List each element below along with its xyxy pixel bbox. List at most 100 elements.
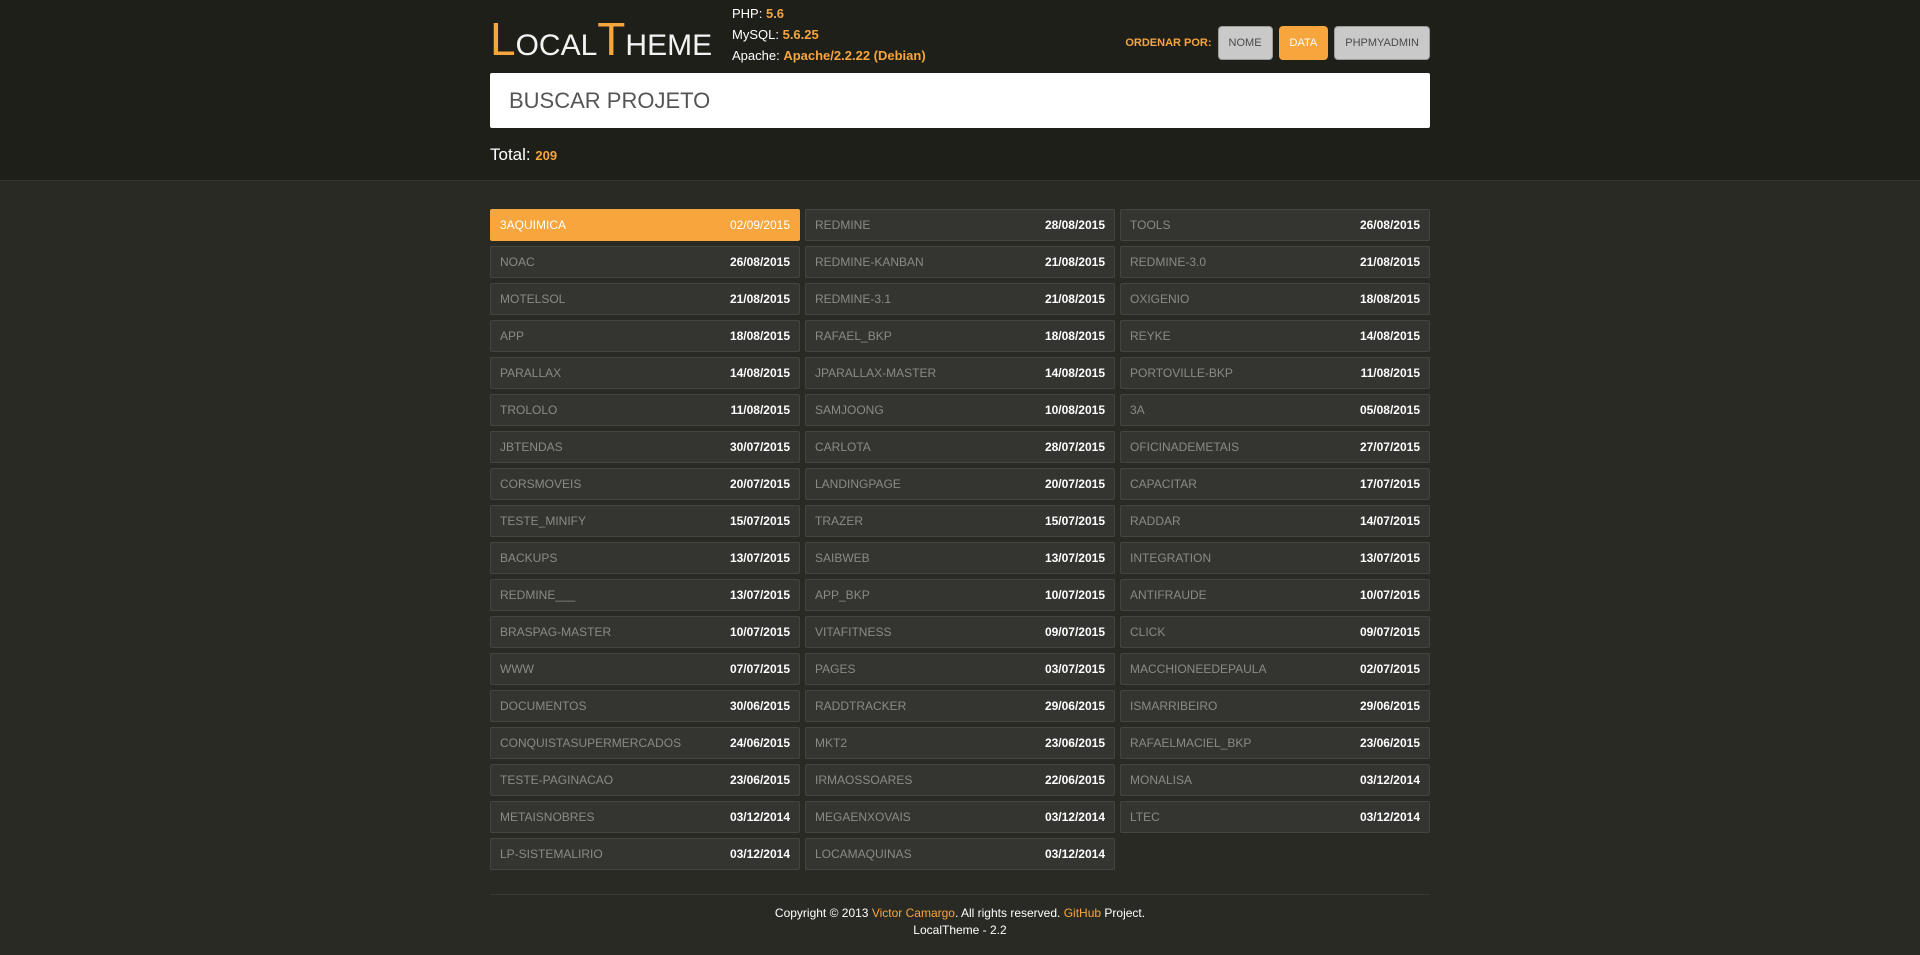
project-name: INTEGRATION <box>1130 551 1212 565</box>
project-name: APP_BKP <box>815 588 870 602</box>
project-item[interactable]: REDMINE-3.0 21/08/2015 <box>1120 246 1430 278</box>
project-name: REDMINE-3.0 <box>1130 255 1207 269</box>
sort-date-button[interactable]: DATA <box>1278 26 1329 60</box>
project-item[interactable]: TRAZER 15/07/2015 <box>805 505 1115 537</box>
project-item[interactable]: JPARALLAX-MASTER 14/08/2015 <box>805 357 1115 389</box>
project-name: PARALLAX <box>500 366 562 380</box>
project-item[interactable]: MKT2 23/06/2015 <box>805 727 1115 759</box>
project-item[interactable]: PAGES 03/07/2015 <box>805 653 1115 685</box>
project-name: LOCAMAQUINAS <box>815 847 912 861</box>
project-item[interactable]: MONALISA 03/12/2014 <box>1120 764 1430 796</box>
project-name: RADDAR <box>1130 514 1181 528</box>
project-item[interactable]: TESTE_MINIFY 15/07/2015 <box>490 505 800 537</box>
project-item[interactable]: SAIBWEB 13/07/2015 <box>805 542 1115 574</box>
project-date: 13/07/2015 <box>729 588 790 602</box>
project-item[interactable]: WWW 07/07/2015 <box>490 653 800 685</box>
project-date: 03/12/2014 <box>1359 773 1420 787</box>
project-date: 14/07/2015 <box>1359 514 1420 528</box>
project-date: 03/07/2015 <box>1044 662 1105 676</box>
project-item[interactable]: TOOLS 26/08/2015 <box>1120 209 1430 241</box>
logo-letter-l: L <box>490 13 516 65</box>
project-date: 23/06/2015 <box>1044 736 1105 750</box>
project-name: 3A <box>1130 403 1145 417</box>
project-item[interactable]: RADDAR 14/07/2015 <box>1120 505 1430 537</box>
project-item[interactable]: ISMARRIBEIRO 29/06/2015 <box>1120 690 1430 722</box>
project-item[interactable]: 3AQUIMICA 02/09/2015 <box>490 209 800 241</box>
project-item[interactable]: MEGAENXOVAIS 03/12/2014 <box>805 801 1115 833</box>
project-item[interactable]: OXIGENIO 18/08/2015 <box>1120 283 1430 315</box>
project-date: 07/07/2015 <box>729 662 790 676</box>
logo[interactable]: LOCALTHEME <box>490 16 712 62</box>
project-name: APP <box>500 329 525 343</box>
project-date: 15/07/2015 <box>1044 514 1105 528</box>
project-item[interactable]: MACCHIONEEDEPAULA 02/07/2015 <box>1120 653 1430 685</box>
project-item[interactable]: DOCUMENTOS 30/06/2015 <box>490 690 800 722</box>
project-item[interactable]: REYKE 14/08/2015 <box>1120 320 1430 352</box>
project-item[interactable]: REDMINE-3.1 21/08/2015 <box>805 283 1115 315</box>
project-item[interactable]: METAISNOBRES 03/12/2014 <box>490 801 800 833</box>
project-item[interactable]: CORSMOVEIS 20/07/2015 <box>490 468 800 500</box>
project-item[interactable]: REDMINE-KANBAN 21/08/2015 <box>805 246 1115 278</box>
project-item[interactable]: CONQUISTASUPERMERCADOS 24/06/2015 <box>490 727 800 759</box>
project-item[interactable]: LOCAMAQUINAS 03/12/2014 <box>805 838 1115 870</box>
project-item[interactable]: CARLOTA 28/07/2015 <box>805 431 1115 463</box>
github-link[interactable]: GitHub <box>1064 906 1101 920</box>
project-date: 10/07/2015 <box>1044 588 1105 602</box>
project-item[interactable]: ANTIFRAUDE 10/07/2015 <box>1120 579 1430 611</box>
project-item[interactable]: JBTENDAS 30/07/2015 <box>490 431 800 463</box>
project-item[interactable]: PARALLAX 14/08/2015 <box>490 357 800 389</box>
project-item[interactable]: TROLOLO 11/08/2015 <box>490 394 800 426</box>
sort-name-button[interactable]: NOME <box>1217 26 1273 60</box>
project-name: CAPACITAR <box>1130 477 1197 491</box>
project-date: 18/08/2015 <box>729 329 790 343</box>
project-date: 24/06/2015 <box>729 736 790 750</box>
project-name: OFICINADEMETAIS <box>1130 440 1240 454</box>
project-date: 11/08/2015 <box>730 403 790 417</box>
footer-copyright: Copyright © 2013 Victor Camargo. All rig… <box>774 906 1146 920</box>
project-item[interactable]: PORTOVILLE-BKP 11/08/2015 <box>1120 357 1430 389</box>
project-item[interactable]: LANDINGPAGE 20/07/2015 <box>805 468 1115 500</box>
search-input[interactable] <box>490 73 1430 128</box>
project-item[interactable]: REDMINE 28/08/2015 <box>805 209 1115 241</box>
author-link[interactable]: Victor Camargo <box>872 906 955 920</box>
project-item[interactable]: INTEGRATION 13/07/2015 <box>1120 542 1430 574</box>
project-item[interactable]: 3A 05/08/2015 <box>1120 394 1430 426</box>
project-item[interactable]: APP_BKP 10/07/2015 <box>805 579 1115 611</box>
project-item[interactable]: OFICINADEMETAIS 27/07/2015 <box>1120 431 1430 463</box>
project-name: TROLOLO <box>500 403 558 417</box>
project-name: MACCHIONEEDEPAULA <box>1130 662 1267 676</box>
project-date: 02/09/2015 <box>729 218 790 232</box>
php-version: PHP: 5.6 <box>732 6 785 21</box>
project-item[interactable]: RADDTRACKER 29/06/2015 <box>805 690 1115 722</box>
project-item[interactable]: MOTELSOL 21/08/2015 <box>490 283 800 315</box>
project-name: LANDINGPAGE <box>815 477 901 491</box>
phpmyadmin-button[interactable]: PHPMYADMIN <box>1334 26 1430 60</box>
project-item[interactable]: TESTE-PAGINACAO 23/06/2015 <box>490 764 800 796</box>
project-name: CLICK <box>1130 625 1166 639</box>
project-name: TOOLS <box>1130 218 1171 232</box>
project-name: PORTOVILLE-BKP <box>1130 366 1233 380</box>
project-item[interactable]: CAPACITAR 17/07/2015 <box>1120 468 1430 500</box>
project-item[interactable]: RAFAEL_BKP 18/08/2015 <box>805 320 1115 352</box>
project-item[interactable]: BACKUPS 13/07/2015 <box>490 542 800 574</box>
project-item[interactable]: REDMINE___ 13/07/2015 <box>490 579 800 611</box>
project-item[interactable]: NOAC 26/08/2015 <box>490 246 800 278</box>
project-item[interactable]: IRMAOSSOARES 22/06/2015 <box>805 764 1115 796</box>
project-item[interactable]: RAFAELMACIEL_BKP 23/06/2015 <box>1120 727 1430 759</box>
project-name: NOAC <box>500 255 535 269</box>
project-item[interactable]: LTEC 03/12/2014 <box>1120 801 1430 833</box>
project-item[interactable]: BRASPAG-MASTER 10/07/2015 <box>490 616 800 648</box>
project-name: SAMJOONG <box>815 403 884 417</box>
project-name: CONQUISTASUPERMERCADOS <box>500 736 682 750</box>
project-date: 17/07/2015 <box>1359 477 1420 491</box>
project-date: 09/07/2015 <box>1359 625 1420 639</box>
project-date: 26/08/2015 <box>729 255 790 269</box>
project-item[interactable]: SAMJOONG 10/08/2015 <box>805 394 1115 426</box>
project-item[interactable]: APP 18/08/2015 <box>490 320 800 352</box>
project-item[interactable]: LP-SISTEMALIRIO 03/12/2014 <box>490 838 800 870</box>
project-item[interactable]: VITAFITNESS 09/07/2015 <box>805 616 1115 648</box>
project-name: REDMINE-KANBAN <box>815 255 924 269</box>
project-name: DOCUMENTOS <box>500 699 587 713</box>
project-item[interactable]: CLICK 09/07/2015 <box>1120 616 1430 648</box>
project-name: OXIGENIO <box>1130 292 1190 306</box>
